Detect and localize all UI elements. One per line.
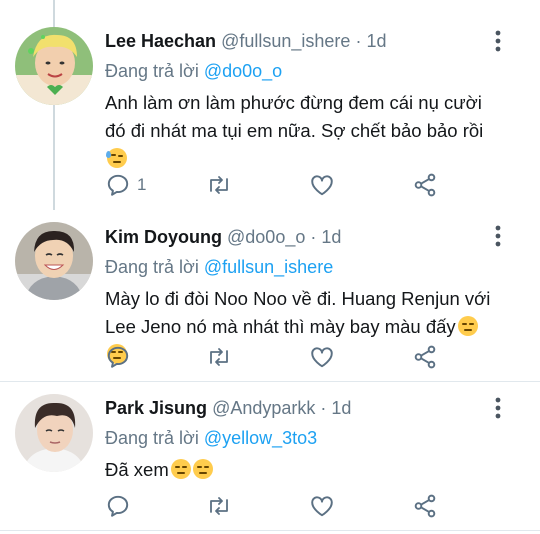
- user-handle[interactable]: @Andyparkk: [212, 398, 315, 418]
- tweet-actions: [105, 343, 445, 371]
- tweet-divider: [0, 530, 540, 531]
- more-options-icon[interactable]: [486, 224, 510, 248]
- tweet-header: Lee Haechan @fullsun_ishere · 1d: [105, 29, 496, 53]
- heart-icon: [311, 496, 333, 517]
- like-button[interactable]: [309, 343, 335, 371]
- user-handle[interactable]: @fullsun_ishere: [221, 31, 350, 51]
- tweet-text: Đã xem: [105, 456, 496, 484]
- separator-dot: ·: [355, 31, 362, 51]
- timestamp[interactable]: 1d: [366, 31, 386, 51]
- replying-to: Đang trả lời @fullsun_ishere: [105, 255, 496, 279]
- tweet-actions: 1: [105, 171, 445, 199]
- retweet-icon: [210, 176, 228, 194]
- retweet-button[interactable]: [205, 343, 233, 371]
- retweet-icon: [210, 497, 228, 515]
- reply-button[interactable]: [105, 492, 137, 520]
- heart-icon: [311, 175, 333, 196]
- share-button[interactable]: [412, 343, 438, 371]
- reply-count: 1: [137, 175, 147, 194]
- separator-dot: ·: [310, 227, 317, 247]
- tweet[interactable]: Lee Haechan @fullsun_ishere · 1d Đang tr…: [0, 0, 540, 210]
- unamused-emoji: [192, 459, 213, 479]
- tweet[interactable]: Park Jisung @Andyparkk · 1d Đang trả lời…: [0, 382, 540, 534]
- separator-dot: ·: [320, 398, 327, 418]
- share-button[interactable]: [412, 492, 438, 520]
- user-handle[interactable]: @do0o_o: [227, 227, 305, 247]
- reply-mention-link[interactable]: @do0o_o: [204, 61, 282, 81]
- unamused-emoji: [170, 459, 191, 479]
- reply-mention-link[interactable]: @fullsun_ishere: [204, 257, 333, 277]
- reply-mention-link[interactable]: @yellow_3to3: [204, 428, 317, 448]
- tweet-text-content: Anh làm ơn làm phước đừng đem cái nụ cườ…: [105, 92, 484, 141]
- reply-icon: [107, 495, 129, 517]
- retweet-button[interactable]: [205, 171, 233, 199]
- timestamp[interactable]: 1d: [321, 227, 341, 247]
- share-icon: [414, 173, 436, 197]
- replying-to: Đang trả lời @yellow_3to3: [105, 426, 496, 450]
- heart-icon: [311, 347, 333, 368]
- sweat-smile-emoji: [106, 148, 127, 168]
- reply-icon: [107, 174, 129, 196]
- tweet-text-content: Đã xem: [105, 459, 169, 480]
- share-button[interactable]: [412, 171, 438, 199]
- reply-button[interactable]: [105, 343, 137, 371]
- reply-button[interactable]: 1: [105, 171, 146, 199]
- reply-icon: [107, 346, 129, 368]
- display-name[interactable]: Lee Haechan: [105, 31, 216, 51]
- like-button[interactable]: [309, 171, 335, 199]
- avatar[interactable]: [15, 394, 93, 472]
- like-button[interactable]: [309, 492, 335, 520]
- share-icon: [414, 345, 436, 369]
- share-icon: [414, 494, 436, 518]
- tweet-actions: [105, 492, 445, 520]
- more-options-icon[interactable]: [486, 396, 510, 420]
- replying-to-label: Đang trả lời: [105, 257, 199, 277]
- tweet-text: Anh làm ơn làm phước đừng đem cái nụ cườ…: [105, 89, 496, 173]
- display-name[interactable]: Kim Doyoung: [105, 227, 222, 247]
- retweet-button[interactable]: [205, 492, 233, 520]
- tweet-text-content: Mày lo đi đòi Noo Noo về đi. Huang Renju…: [105, 288, 491, 337]
- tweet-header: Park Jisung @Andyparkk · 1d: [105, 396, 496, 420]
- display-name[interactable]: Park Jisung: [105, 398, 207, 418]
- tweet[interactable]: Kim Doyoung @do0o_o · 1d Đang trả lời @f…: [0, 210, 540, 380]
- timestamp[interactable]: 1d: [331, 398, 351, 418]
- tweet-header: Kim Doyoung @do0o_o · 1d: [105, 225, 496, 249]
- more-options-icon[interactable]: [486, 29, 510, 53]
- replying-to-label: Đang trả lời: [105, 428, 199, 448]
- replying-to-label: Đang trả lời: [105, 61, 199, 81]
- unamused-emoji: [457, 316, 478, 336]
- avatar[interactable]: [15, 222, 93, 300]
- avatar[interactable]: [15, 27, 93, 105]
- retweet-icon: [210, 348, 228, 366]
- replying-to: Đang trả lời @do0o_o: [105, 59, 496, 83]
